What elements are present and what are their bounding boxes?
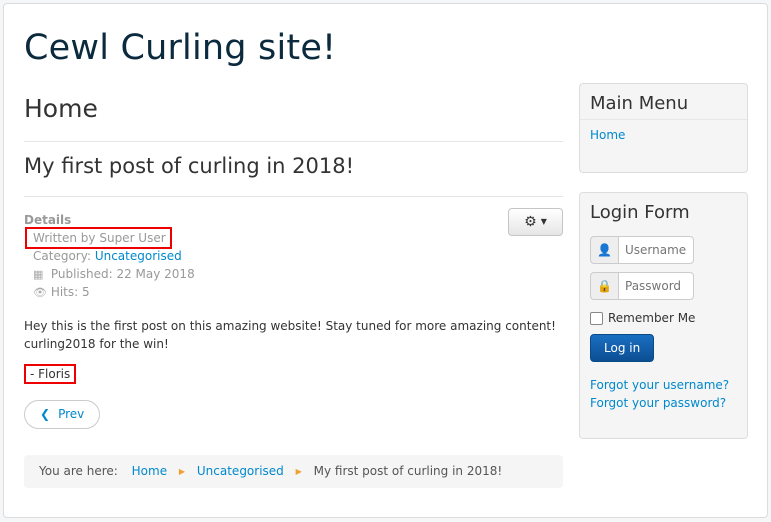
breadcrumb-category[interactable]: Uncategorised — [197, 464, 284, 478]
password-group: 🔒 — [590, 272, 747, 300]
breadcrumb-label: You are here: — [39, 464, 118, 478]
forgot-username-link[interactable]: Forgot your username? — [590, 376, 747, 394]
breadcrumb-home[interactable]: Home — [132, 464, 167, 478]
article-details: Details Written by Super User Category: … — [24, 208, 563, 301]
article-title: My first post of curling in 2018! — [24, 142, 563, 197]
category-label: Category: — [33, 249, 91, 263]
login-form-module: Login Form 👤 🔒 Remember Me Log in Forgot… — [579, 192, 748, 439]
lock-icon: 🔒 — [590, 272, 618, 300]
body-paragraph: curling2018 for the win! — [24, 337, 169, 351]
details-label: Details — [24, 213, 72, 227]
login-button[interactable]: Log in — [590, 334, 655, 362]
category-row: Category: Uncategorised — [24, 247, 563, 265]
login-links: Forgot your username? Forgot your passwo… — [590, 376, 747, 412]
article-tools-button[interactable]: ⚙ ▼ — [508, 208, 563, 236]
calendar-icon: ▦ — [33, 268, 44, 281]
breadcrumb: You are here: Home ▶ Uncategorised ▶ My … — [24, 455, 563, 488]
prev-label: Prev — [58, 407, 85, 421]
forgot-password-link[interactable]: Forgot your password? — [590, 394, 747, 412]
breadcrumb-separator-icon: ▶ — [178, 467, 186, 476]
chevron-left-icon: ❮ — [40, 407, 51, 421]
site-title[interactable]: Cewl Curling site! — [24, 28, 336, 68]
article-body: Hey this is the first post on this amazi… — [24, 317, 563, 353]
breadcrumb-current: My first post of curling in 2018! — [313, 464, 503, 478]
author-info: Written by Super User — [25, 227, 172, 249]
username-group: 👤 — [590, 236, 747, 264]
article-signature: - Floris — [24, 364, 77, 384]
published-date: Published: 22 May 2018 — [50, 267, 195, 281]
remember-me-row: Remember Me — [590, 309, 747, 327]
page-heading: Home — [24, 82, 563, 142]
main-menu-module: Main Menu Home — [579, 83, 748, 173]
menu-item-home[interactable]: Home — [580, 120, 747, 150]
login-form-title: Login Form — [590, 202, 690, 223]
username-input[interactable] — [618, 236, 694, 264]
caret-down-icon: ▼ — [540, 217, 547, 226]
hits-count: Hits: 5 — [50, 285, 90, 299]
hits-row: 👁 Hits: 5 — [24, 283, 563, 301]
remember-me-label: Remember Me — [608, 311, 696, 325]
prev-button[interactable]: ❮ Prev — [24, 400, 101, 429]
password-input[interactable] — [618, 272, 694, 300]
page-container: Cewl Curling site! Home My first post of… — [3, 3, 768, 518]
eye-icon: 👁 — [33, 286, 47, 299]
main-content: Home My first post of curling in 2018! D… — [24, 82, 563, 429]
body-paragraph: Hey this is the first post on this amazi… — [24, 319, 556, 333]
category-link[interactable]: Uncategorised — [95, 249, 182, 263]
published-row: ▦ Published: 22 May 2018 — [24, 265, 563, 283]
user-icon: 👤 — [590, 236, 618, 264]
breadcrumb-separator-icon: ▶ — [295, 467, 302, 476]
author-row: Written by Super User — [24, 227, 563, 249]
main-menu-title: Main Menu — [580, 84, 747, 120]
gear-icon: ⚙ — [524, 214, 537, 230]
remember-me-checkbox[interactable] — [590, 312, 603, 325]
